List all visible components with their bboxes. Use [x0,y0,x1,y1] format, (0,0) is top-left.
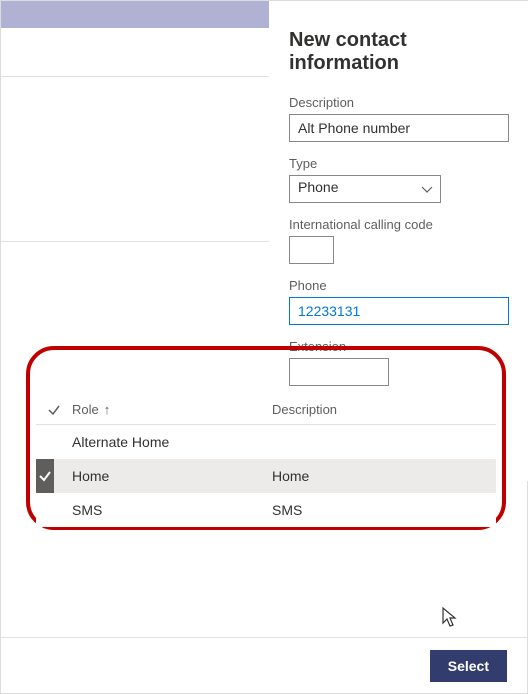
type-field-group: Type Phone [289,156,509,203]
intl-code-input[interactable] [289,236,334,264]
left-panel-header [1,28,269,77]
role-header-label: Role [72,402,99,417]
row-checkbox-selected[interactable] [36,459,54,493]
row-description: SMS [272,502,496,518]
row-role: Home [72,468,272,484]
dropdown-row[interactable]: SMS SMS [36,493,496,527]
row-role: SMS [72,502,272,518]
description-input[interactable] [289,114,509,142]
cursor-icon [441,606,459,631]
purpose-dropdown-panel: Role ↑ Description Alternate Home Home H… [36,395,496,527]
dropdown-row[interactable]: Home Home [36,459,496,493]
type-select-value: Phone [289,175,441,203]
dropdown-row[interactable]: Alternate Home [36,425,496,459]
phone-label: Phone [289,278,509,293]
row-description: Home [272,468,496,484]
description-label: Description [289,95,509,110]
panel-title: New contact information [289,29,509,75]
left-panel-divider [1,241,269,242]
role-column-header[interactable]: Role ↑ [72,402,272,417]
teams-header-bar [1,1,269,28]
intl-code-field-group: International calling code [289,217,509,264]
select-all-checkbox[interactable] [36,403,72,417]
select-button[interactable]: Select [430,650,507,682]
phone-field-group: Phone [289,278,509,325]
description-header-label: Description [272,402,337,417]
type-select[interactable]: Phone [289,175,441,203]
description-column-header[interactable]: Description [272,402,496,417]
dropdown-header-row: Role ↑ Description [36,395,496,425]
sort-ascending-icon: ↑ [104,402,111,417]
extension-input[interactable] [289,358,389,386]
extension-label: Extension [289,339,509,354]
description-field-group: Description [289,95,509,142]
row-role: Alternate Home [72,434,272,450]
bottom-action-bar: Select [1,637,527,693]
phone-input[interactable] [289,297,509,325]
type-label: Type [289,156,509,171]
intl-code-label: International calling code [289,217,509,232]
extension-field-group: Extension [289,339,509,386]
